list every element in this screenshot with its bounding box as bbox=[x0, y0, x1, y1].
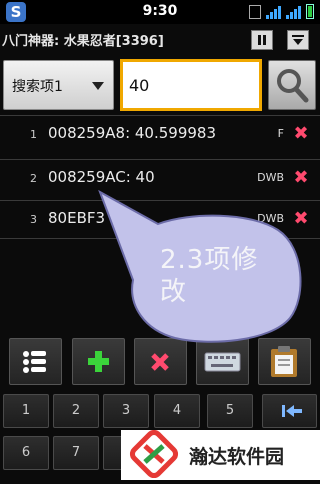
key-7[interactable]: 7 bbox=[53, 436, 99, 470]
clipboard-icon bbox=[271, 346, 297, 377]
search-row: 搜索项1 40 bbox=[0, 56, 320, 114]
result-index: 2 bbox=[30, 172, 37, 185]
result-index: 1 bbox=[30, 128, 37, 141]
status-icons bbox=[249, 4, 314, 19]
key-5[interactable]: 5 bbox=[207, 394, 253, 428]
result-address-value: 80EBF3 : 40 bbox=[48, 209, 139, 227]
vibrate-icon bbox=[249, 5, 261, 19]
pause-icon bbox=[258, 35, 266, 45]
keyboard-button[interactable] bbox=[196, 338, 249, 385]
result-type: DWB bbox=[257, 171, 284, 184]
delete-result-icon[interactable]: ✖ bbox=[292, 210, 310, 228]
result-address-value: 008259AC: 40 bbox=[48, 168, 155, 186]
keyboard-icon bbox=[204, 352, 241, 372]
key-4[interactable]: 4 bbox=[154, 394, 200, 428]
key-1[interactable]: 1 bbox=[3, 394, 49, 428]
annotation-line-2: 改 bbox=[160, 277, 188, 307]
clipboard-button[interactable] bbox=[258, 338, 311, 385]
hide-icon bbox=[292, 35, 304, 45]
delete-result-icon[interactable]: ✖ bbox=[292, 125, 310, 143]
result-row[interactable]: 2 008259AC: 40 DWB ✖ bbox=[0, 159, 320, 198]
delete-button[interactable] bbox=[134, 338, 187, 385]
key-6[interactable]: 6 bbox=[3, 436, 49, 470]
hide-button[interactable] bbox=[287, 30, 309, 50]
result-index: 3 bbox=[30, 213, 37, 226]
watermark-logo-icon bbox=[129, 429, 179, 479]
battery-icon bbox=[306, 4, 314, 19]
magnifier-icon bbox=[277, 69, 309, 103]
search-button[interactable] bbox=[268, 60, 316, 110]
backspace-icon bbox=[281, 405, 302, 417]
result-address-value: 008259A8: 40.599983 bbox=[48, 124, 217, 142]
pause-button[interactable] bbox=[251, 30, 273, 50]
delete-icon bbox=[151, 353, 169, 371]
result-type: F bbox=[277, 127, 284, 140]
cell-signal-icon bbox=[286, 6, 301, 19]
key-3[interactable]: 3 bbox=[103, 394, 149, 428]
list-button[interactable] bbox=[9, 338, 62, 385]
annotation-line-1: 2.3项修 bbox=[160, 245, 259, 275]
delete-result-icon[interactable]: ✖ bbox=[292, 169, 310, 187]
result-row[interactable]: 1 008259A8: 40.599983 F ✖ bbox=[0, 115, 320, 154]
title-bar: 八门神器: 水果忍者[3396] bbox=[0, 24, 320, 54]
chevron-down-icon bbox=[92, 82, 104, 90]
search-type-dropdown[interactable]: 搜索项1 bbox=[3, 60, 114, 110]
search-value-input[interactable]: 40 bbox=[120, 59, 262, 111]
add-button[interactable] bbox=[72, 338, 125, 385]
result-row[interactable]: 3 80EBF3 : 40 DWB ✖ bbox=[0, 200, 320, 239]
key-2[interactable]: 2 bbox=[53, 394, 99, 428]
watermark: 瀚达软件园 bbox=[121, 429, 320, 480]
list-icon bbox=[23, 351, 46, 373]
annotation-text: 2.3项修 改 bbox=[160, 244, 300, 308]
keypad-row-1: 1 2 3 4 5 bbox=[0, 394, 320, 434]
toolbar bbox=[0, 336, 320, 388]
search-type-label: 搜索项1 bbox=[12, 79, 63, 95]
result-type: DWB bbox=[257, 212, 284, 225]
divider bbox=[0, 238, 320, 241]
watermark-text: 瀚达软件园 bbox=[189, 446, 285, 468]
status-bar: S 9:30 bbox=[0, 0, 320, 24]
add-icon bbox=[88, 351, 109, 372]
window-title: 八门神器: 水果忍者[3396] bbox=[2, 34, 164, 49]
wifi-signal-icon bbox=[266, 6, 281, 19]
backspace-key[interactable] bbox=[262, 394, 317, 428]
